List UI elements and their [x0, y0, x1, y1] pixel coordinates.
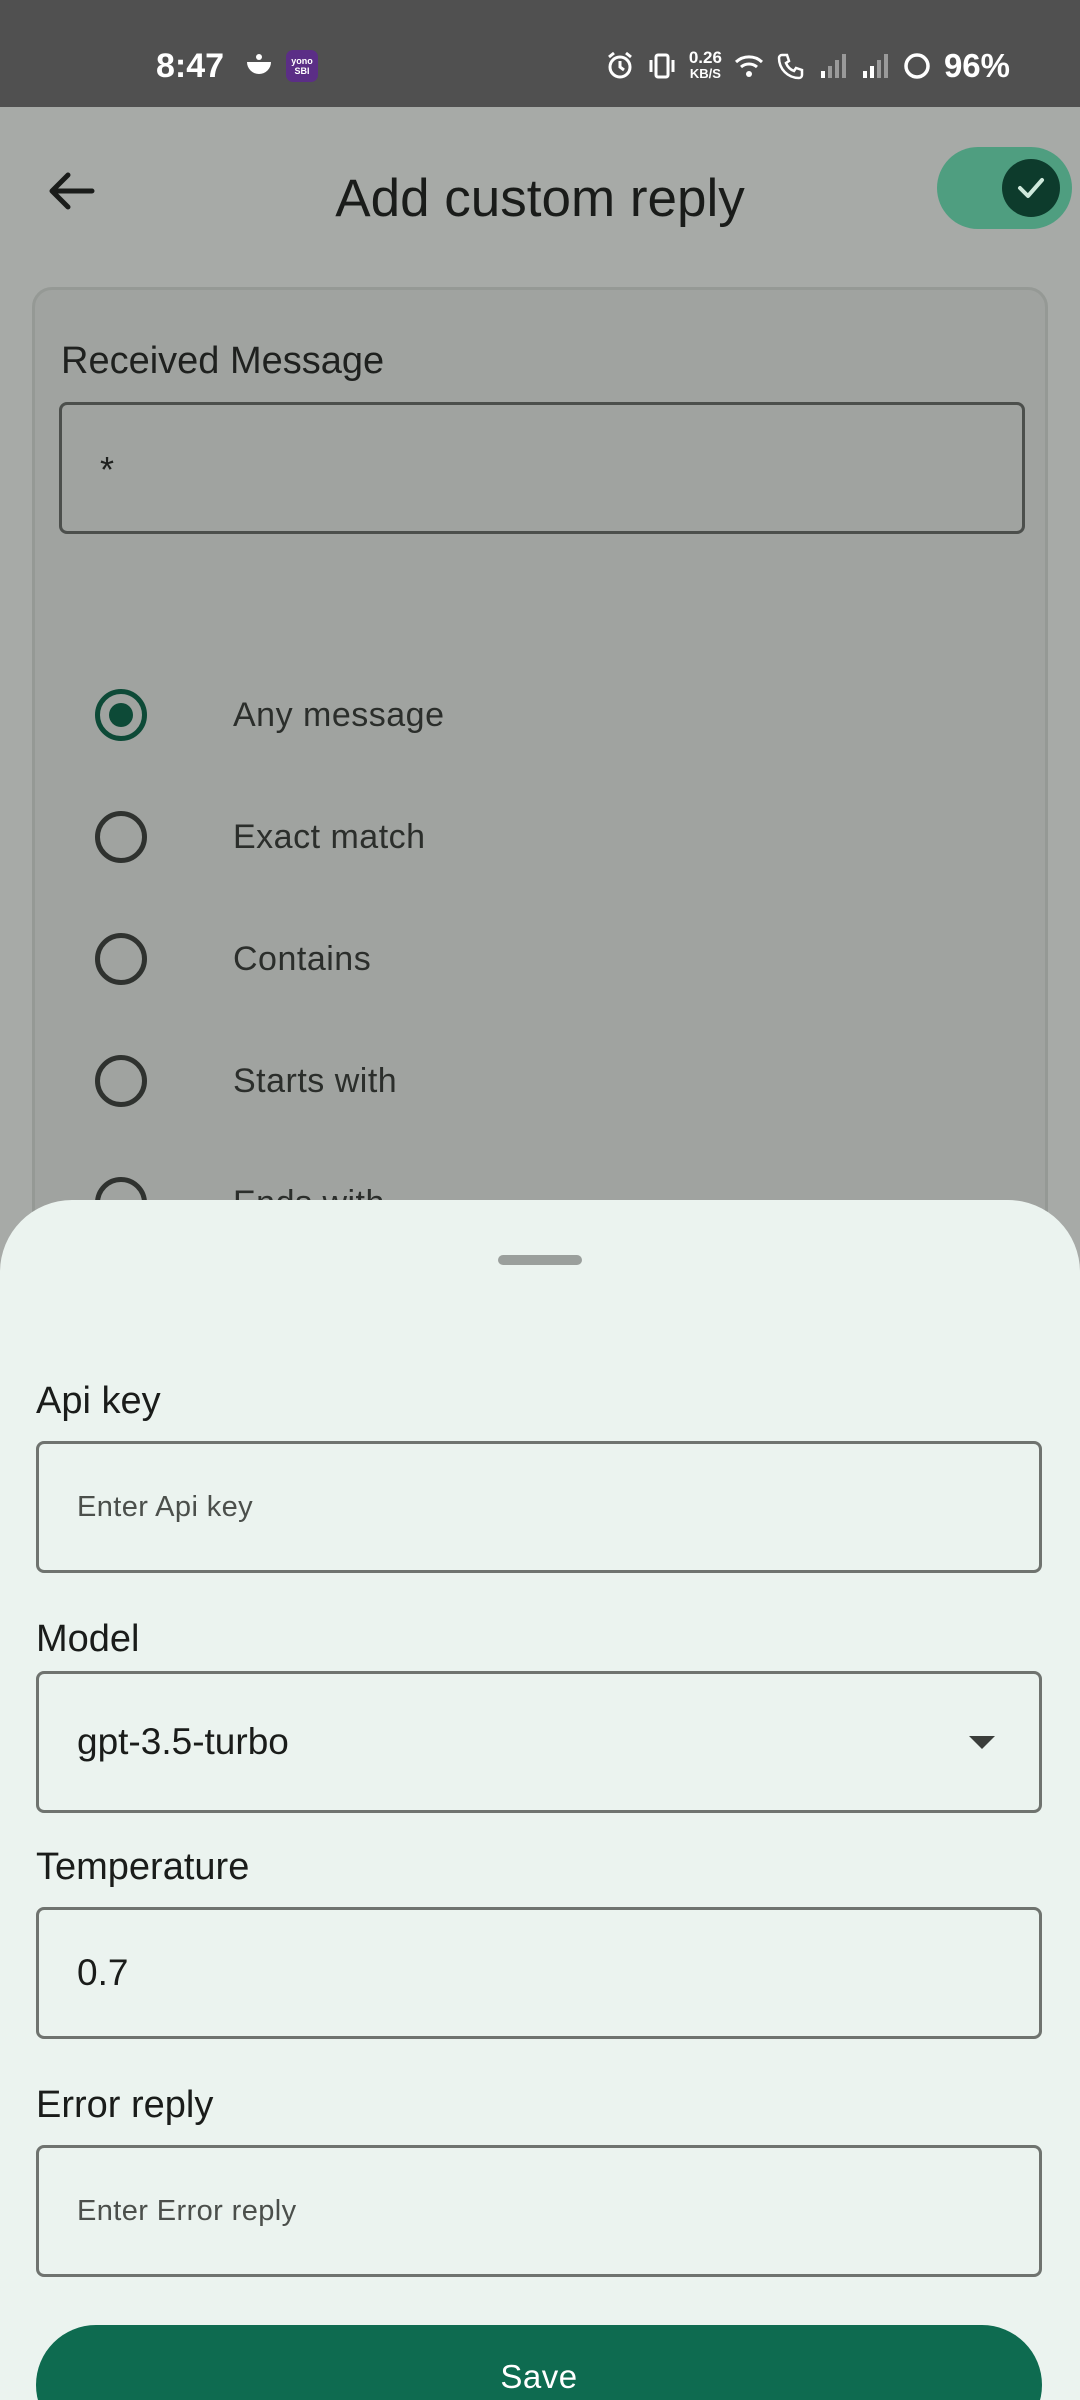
toggle-knob: [1002, 159, 1060, 217]
temperature-field[interactable]: 0.7: [36, 1907, 1042, 2039]
radio-contains[interactable]: Contains: [95, 919, 371, 999]
radio-button[interactable]: [95, 1055, 147, 1107]
battery-icon: [904, 53, 930, 79]
status-time: 8:47: [156, 47, 225, 85]
radio-button[interactable]: [95, 689, 147, 741]
temperature-label: Temperature: [36, 1846, 250, 1888]
wifi-icon: [734, 55, 763, 77]
net-speed: 0.26 KB/S: [688, 48, 722, 81]
radio-button[interactable]: [95, 933, 147, 985]
model-label: Model: [36, 1618, 140, 1660]
received-message-value: *: [100, 449, 115, 490]
radio-any-message[interactable]: Any message: [95, 675, 445, 755]
radio-starts-with[interactable]: Starts with: [95, 1041, 397, 1121]
radio-label: Any message: [233, 695, 445, 734]
vibrate-icon: [649, 53, 675, 79]
model-value: gpt-3.5-turbo: [77, 1721, 289, 1762]
radio-label: Contains: [233, 939, 372, 978]
wifi-call-icon: [777, 53, 804, 80]
received-message-input[interactable]: *: [59, 402, 1025, 534]
radio-label: Starts with: [233, 1061, 398, 1100]
error-reply-field[interactable]: Enter Error reply: [36, 2145, 1042, 2277]
status-bar: 8:47 yono SBI 0.26 KB/S 96%: [0, 0, 1080, 107]
enable-toggle[interactable]: [937, 147, 1072, 229]
api-key-field[interactable]: Enter Api key: [36, 1441, 1042, 1573]
model-select[interactable]: gpt-3.5-turbo: [36, 1671, 1042, 1813]
api-key-label: Api key: [36, 1380, 161, 1422]
error-reply-placeholder: Enter Error reply: [77, 2195, 297, 2227]
api-key-placeholder: Enter Api key: [77, 1491, 254, 1523]
page-title: Add custom reply: [335, 169, 745, 228]
bottom-sheet: Api key Enter Api key Model gpt-3.5-turb…: [0, 1200, 1080, 2400]
error-reply-label: Error reply: [36, 2084, 214, 2126]
yono-app-icon: yono SBI: [286, 50, 318, 82]
received-message-label: Received Message: [61, 340, 385, 382]
radio-exact-match[interactable]: Exact match: [95, 797, 426, 877]
temperature-value: 0.7: [77, 1952, 129, 1993]
radio-label: Exact match: [233, 817, 426, 856]
signal-icon: [820, 54, 846, 78]
signal-icon: [862, 54, 888, 78]
status-icons: 0.26 KB/S 96%: [605, 46, 1010, 86]
save-button[interactable]: Save: [36, 2325, 1042, 2400]
dropdown-arrow-icon: [969, 1736, 995, 1749]
notification-app-icon: [247, 54, 271, 74]
battery-level: 96%: [943, 47, 1010, 84]
radio-button[interactable]: [95, 811, 147, 863]
drag-handle[interactable]: [498, 1255, 582, 1265]
alarm-icon: [607, 51, 632, 79]
check-icon: [1018, 178, 1044, 198]
